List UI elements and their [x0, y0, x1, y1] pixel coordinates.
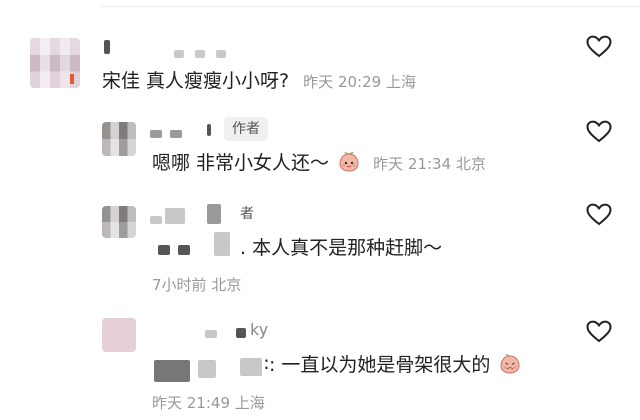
username-redacted-part	[195, 50, 205, 58]
text-redacted-part	[214, 232, 230, 256]
text-redacted-part	[198, 360, 216, 378]
username-redacted-part	[236, 328, 246, 338]
comment-location: 北京	[211, 276, 242, 294]
username-redacted[interactable]	[104, 40, 110, 54]
author-tag: 作者	[224, 117, 268, 141]
comment-time: 昨天 20:29	[303, 73, 382, 91]
avatar[interactable]	[102, 318, 136, 352]
username-redacted-part	[165, 208, 185, 224]
comment-line: 宋佳 真人瘦瘦小小呀? 昨天 20:29 上海	[102, 68, 416, 95]
author-tag: 者	[240, 206, 254, 222]
username-redacted-part	[205, 330, 217, 338]
comment-meta: 昨天 21:49 上海	[152, 392, 265, 413]
top-divider	[100, 6, 640, 7]
username-redacted-part	[150, 216, 162, 224]
username-redacted-part	[170, 130, 182, 138]
avatar[interactable]	[30, 38, 80, 88]
comment-location: 上海	[234, 394, 265, 412]
peach-worried-emoji	[500, 354, 520, 374]
comment-location: 上海	[385, 73, 416, 91]
avatar[interactable]	[102, 206, 136, 238]
peach-face-emoji	[339, 152, 359, 172]
comment-text: . 本人真不是那种赶脚～	[240, 237, 443, 259]
comment-text: ∶: 一直以为她是骨架很大的	[264, 354, 491, 376]
username-redacted-part	[207, 124, 211, 136]
heart-outline-icon[interactable]	[586, 320, 612, 344]
text-redacted-part	[154, 360, 190, 382]
heart-outline-icon[interactable]	[586, 35, 612, 59]
comment-time: 昨天 21:49	[152, 394, 230, 412]
username-suffix: ky	[250, 320, 269, 339]
username-redacted-part	[207, 204, 221, 224]
heart-outline-icon[interactable]	[586, 203, 612, 227]
text-redacted-part	[240, 358, 262, 376]
username-redacted-part	[216, 50, 226, 58]
comment-text: 宋佳 真人瘦瘦小小呀?	[102, 70, 290, 92]
comment-location: 北京	[455, 155, 486, 173]
username-redacted-part	[150, 130, 162, 138]
comment-line: 嗯哪 非常小女人还～ 昨天 21:34 北京	[152, 150, 486, 177]
avatar-badge-mark	[70, 74, 74, 84]
username-redacted-part	[174, 50, 184, 58]
comment-meta: 7小时前 北京	[152, 274, 241, 295]
comment-time: 7小时前	[152, 276, 207, 294]
text-redacted-part	[158, 245, 170, 255]
heart-outline-icon[interactable]	[586, 120, 612, 144]
avatar[interactable]	[102, 122, 136, 156]
comment-time: 昨天 21:34	[373, 155, 452, 173]
comment-line: ∶: 一直以为她是骨架很大的	[264, 352, 524, 378]
text-redacted-part	[178, 245, 190, 255]
comment-text: 嗯哪 非常小女人还～	[152, 152, 330, 174]
